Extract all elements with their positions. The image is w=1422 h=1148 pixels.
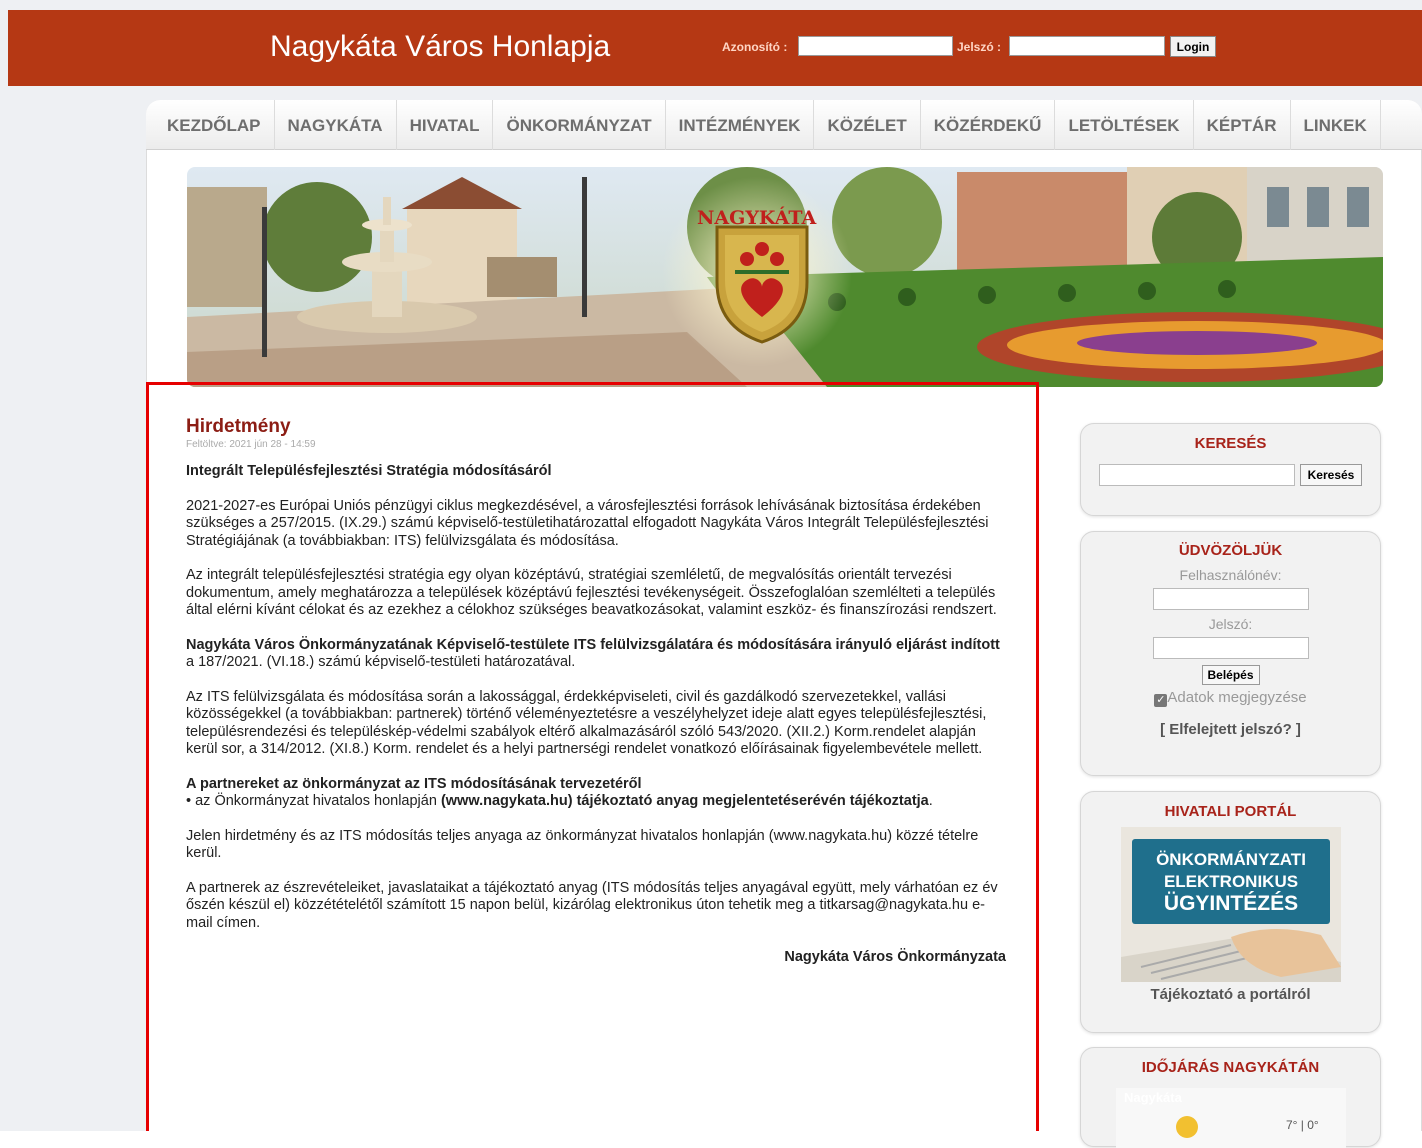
nav-item-keptar[interactable]: KÉPTÁR [1194, 100, 1291, 150]
header-username-input[interactable] [798, 36, 953, 56]
nav-item-letoltesek[interactable]: LETÖLTÉSEK [1055, 100, 1194, 150]
weather-box-title: IDŐJÁRÁS NAGYKÁTÁN [1141, 1059, 1320, 1076]
portal-caption[interactable]: Tájékoztató a portálról [1081, 986, 1380, 1003]
site-title[interactable]: Nagykáta Város Honlapja [270, 30, 610, 64]
login-button[interactable]: Login [1170, 36, 1216, 57]
weather-widget: Nagykáta 7° | 0° [1116, 1088, 1346, 1148]
username-label: Azonosító : [722, 40, 788, 54]
nav-item-hivatal[interactable]: HIVATAL [397, 100, 494, 150]
nav-item-kozelet[interactable]: KÖZÉLET [814, 100, 921, 150]
nav-item-kozerdeku[interactable]: KÖZÉRDEKŰ [921, 100, 1056, 150]
article-paragraph-7: A partnerek az észrevételeiket, javaslat… [186, 879, 998, 931]
username-field-label: Felhasználónév: [1179, 567, 1282, 583]
main-navigation: KEZDŐLAP NAGYKÁTA HIVATAL ÖNKORMÁNYZAT I… [146, 100, 1422, 150]
portal-box-title: HIVATALI PORTÁL [1164, 803, 1297, 820]
password-label: Jelszó : [957, 40, 1002, 54]
paragraph-3-rest: a 187/2021. (VI.18.) számú képviselő-tes… [186, 654, 576, 670]
login-box-title: ÜDVÖZÖLJÜK [1178, 542, 1283, 559]
paragraph-5-line-a: • az Önkormányzat hivatalos honlapján [186, 793, 441, 809]
nav-item-kezdolap[interactable]: KEZDŐLAP [154, 100, 275, 150]
remember-me-label: Adatok megjegyzése [1167, 689, 1307, 706]
weather-temperature: 7° | 0° [1286, 1118, 1319, 1132]
search-box-title: KERESÉS [1194, 435, 1267, 452]
forgot-password-link[interactable]: [ Elfelejtett jelszó? ] [1081, 721, 1380, 738]
remember-me[interactable]: ✓ Adatok megjegyzése [1081, 689, 1380, 707]
article-paragraph-6: Jelen hirdetmény és az ITS módosítás tel… [186, 827, 979, 862]
password-input[interactable] [1152, 637, 1309, 659]
weather-box: IDŐJÁRÁS NAGYKÁTÁN Nagykáta 7° | 0° [1080, 1047, 1381, 1148]
header-banner-image: NAGYKÁTA [187, 167, 1383, 387]
nav-item-onkormanyzat[interactable]: ÖNKORMÁNYZAT [493, 100, 666, 150]
article-paragraph-1: 2021-2027-es Európai Uniós pénzügyi cikl… [186, 497, 989, 549]
announcement-article: Hirdetmény Feltöltve: 2021 jún 28 - 14:5… [186, 415, 1006, 967]
belepes-button[interactable]: Belépés [1201, 665, 1260, 685]
paragraph-3-bold: Nagykáta Város Önkormányzatának Képvisel… [186, 636, 1000, 653]
article-posted-date: Feltöltve: 2021 jún 28 - 14:59 [186, 439, 316, 450]
search-box: KERESÉS Keresés [1080, 423, 1381, 516]
article-paragraph-5: A partnereket az önkormányzat az ITS mód… [186, 776, 1006, 811]
login-box: ÜDVÖZÖLJÜK Felhasználónév: Jelszó: Belép… [1080, 531, 1381, 776]
search-input[interactable] [1099, 464, 1295, 486]
paragraph-5-line-c: . [928, 793, 933, 809]
search-button[interactable]: Keresés [1300, 464, 1362, 486]
article-signature: Nagykáta Város Önkormányzata [784, 949, 1006, 965]
paragraph-5-bold: A partnereket az önkormányzat az ITS mód… [186, 775, 642, 792]
weather-place-label: Nagykáta [1124, 1090, 1182, 1105]
article-paragraph-2: Az integrált településfejlesztési straté… [186, 567, 997, 618]
checkbox-checked-icon[interactable]: ✓ [1154, 694, 1168, 707]
nav-item-linkek[interactable]: LINKEK [1291, 100, 1381, 150]
article-paragraph-3: Nagykáta Város Önkormányzatának Képvisel… [186, 637, 1006, 672]
article-paragraph-4: Az ITS felülvizsgálata és módosítása sor… [186, 688, 987, 758]
paragraph-5-line-b: (www.nagykata.hu) tájékoztató anyag megj… [440, 793, 929, 809]
username-input[interactable] [1152, 588, 1309, 610]
article-title[interactable]: Hirdetmény [186, 415, 1006, 439]
crest-text: NAGYKÁTA [697, 206, 816, 229]
sun-icon [1176, 1116, 1198, 1138]
town-square-illustration: NAGYKÁTA [187, 167, 1383, 387]
portal-banner-image[interactable]: ÖNKORMÁNYZATI ELEKTRONIKUS ÜGYINTÉZÉS [1121, 827, 1341, 982]
article-subtitle: Integrált Településfejlesztési Stratégia… [186, 463, 552, 479]
keyboard-hand-icon [1121, 928, 1341, 982]
header-password-input[interactable] [1009, 36, 1165, 56]
password-field-label: Jelszó: [1208, 616, 1253, 632]
portal-box: HIVATALI PORTÁL ÖNKORMÁNYZATI ELEKTRONIK… [1080, 791, 1381, 1033]
nav-item-intezmenyek[interactable]: INTÉZMÉNYEK [666, 100, 815, 150]
nav-item-nagykata[interactable]: NAGYKÁTA [275, 100, 397, 150]
